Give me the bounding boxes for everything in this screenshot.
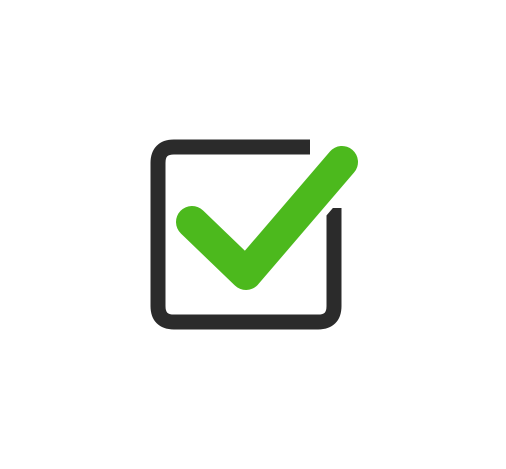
checkbox-checked-icon xyxy=(150,139,360,330)
canvas xyxy=(0,0,506,469)
